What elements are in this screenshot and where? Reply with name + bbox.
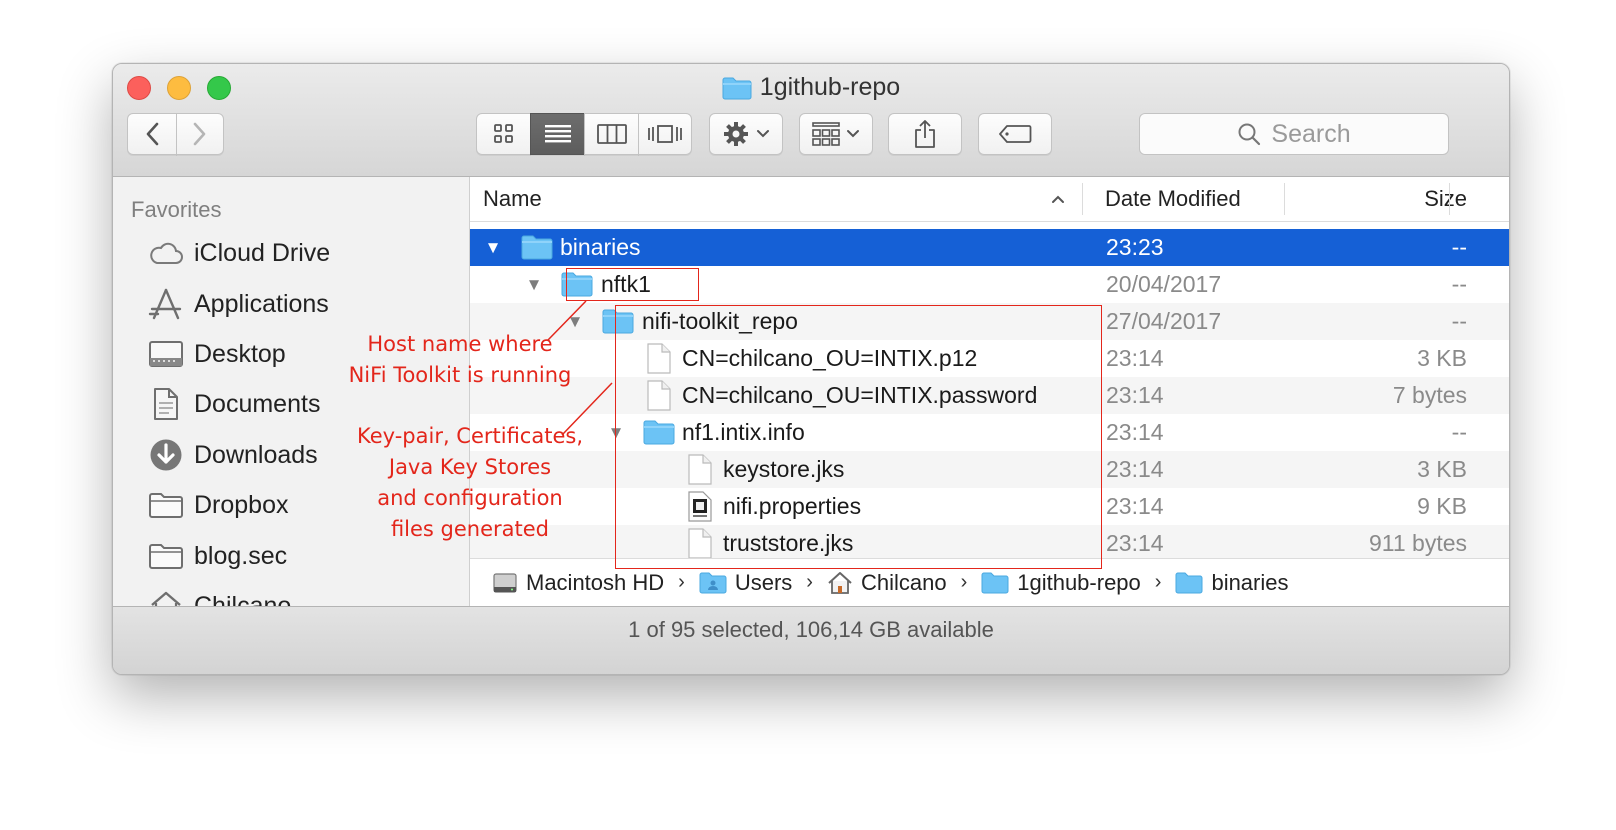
annotation-line-text: files generated [390,517,550,541]
annotation-line-text: Key-pair, Certificates, [357,424,583,448]
annotation-line-text: NiFi Toolkit is running [348,363,572,387]
annotation-line-text: and configuration [377,486,563,510]
annotation-box-files [615,305,1102,569]
annotation-host-label: Host name where NiFi Toolkit is running [330,329,590,391]
annotation-line-text: Host name where [367,332,553,356]
annotation-files-label: Key-pair, Certificates, Java Key Stores … [345,421,595,545]
annotation-line-text: Java Key Stores [388,455,552,479]
annotation-box-host [566,268,699,301]
